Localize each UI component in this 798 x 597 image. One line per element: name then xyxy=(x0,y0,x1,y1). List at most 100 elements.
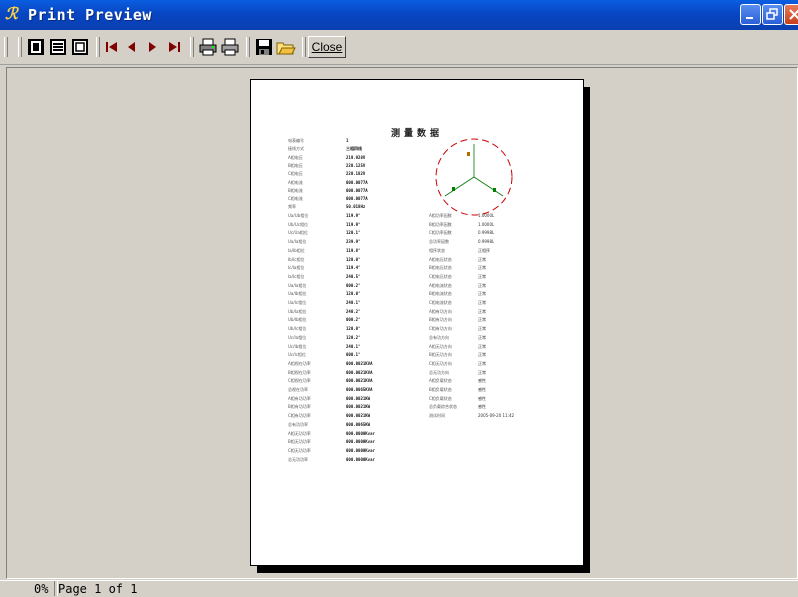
field-label: Uc/Ia相位 xyxy=(288,334,307,340)
phasor-ic-marker xyxy=(493,188,496,192)
field-label: Ub/Ib相位 xyxy=(288,317,307,323)
field-value: 正常 xyxy=(478,326,486,332)
field-label: Ia/Ic相位 xyxy=(288,273,305,279)
field-value: 正常 xyxy=(478,273,486,279)
field-label: 总功率因数 xyxy=(429,239,449,245)
toolbar-separator xyxy=(302,37,306,57)
print-button[interactable] xyxy=(220,37,240,57)
phasor-ia-marker xyxy=(467,152,470,156)
window-title: Print Preview xyxy=(28,6,152,24)
field-value: 正相序 xyxy=(478,247,490,253)
full-page-view-button[interactable] xyxy=(70,37,90,57)
previous-page-button[interactable] xyxy=(122,37,142,57)
minimize-button[interactable] xyxy=(740,4,761,25)
close-preview-button[interactable]: Close xyxy=(308,36,346,58)
last-page-button[interactable] xyxy=(164,37,184,57)
save-button[interactable] xyxy=(254,37,274,57)
field-value: 119.4° xyxy=(346,265,361,271)
field-value: 正常 xyxy=(478,265,486,271)
field-label: C相无功功率 xyxy=(288,447,311,453)
field-value: 220.125V xyxy=(346,162,366,168)
field-value: 感性 xyxy=(478,378,486,384)
field-value: 2005-09-20 11:42 xyxy=(478,413,515,419)
field-value: 正常 xyxy=(478,300,486,305)
field-label: 总负载综合状态 xyxy=(429,404,457,410)
field-label: 频率 xyxy=(288,204,296,210)
field-value: 119.8° xyxy=(346,247,361,253)
page-width-view-button[interactable] xyxy=(48,37,68,57)
field-label: B相负载状态 xyxy=(429,387,452,392)
field-label: Uc/Ib相位 xyxy=(288,343,307,349)
print-setup-button[interactable] xyxy=(198,37,218,57)
app-logo-icon: ℛ xyxy=(5,4,18,23)
field-value: 119.9° xyxy=(346,213,361,218)
field-label: Ib/Ic相位 xyxy=(288,256,305,262)
field-label: B相电流状态 xyxy=(429,291,452,297)
field-label: B相功率因数 xyxy=(429,221,452,227)
single-page-view-button[interactable] xyxy=(26,37,46,57)
next-page-button[interactable] xyxy=(142,37,162,57)
field-value: 000.0077A xyxy=(346,196,368,202)
field-label: A相负载状态 xyxy=(429,378,452,384)
field-label: 测试时间 xyxy=(429,413,445,419)
field-label: Ua/Ub相位 xyxy=(288,213,309,218)
field-label: Ua/Ia相位 xyxy=(288,282,307,288)
field-value: 000.0021KVA xyxy=(346,360,373,366)
first-page-icon xyxy=(106,42,117,52)
preview-workspace[interactable]: 测量数据 电表编号 1 接线方式 三相四线 A相电压 219.928V B相电压 220.12… xyxy=(6,67,798,579)
field-value: 000.0021KW xyxy=(346,404,371,410)
single-page-icon xyxy=(28,39,44,55)
toolbar-grip xyxy=(4,37,8,57)
field-label: Ub/Ia相位 xyxy=(288,308,307,314)
restore-button[interactable] xyxy=(762,4,783,25)
title-bar: ℛ Print Preview xyxy=(0,0,798,30)
field-value: 220.182V xyxy=(346,171,366,177)
field-label: A相电流 xyxy=(288,179,303,185)
field-label: 总无功功率 xyxy=(288,456,308,462)
field-label: Uc/Ua相位 xyxy=(288,230,308,236)
field-label: A相有功方向 xyxy=(429,308,452,314)
field-label: Ia/Ib相位 xyxy=(288,247,305,253)
field-label: A相无功方向 xyxy=(429,343,452,349)
window-close-button[interactable] xyxy=(784,4,798,25)
field-label: A相功率因数 xyxy=(429,213,452,218)
field-label: A相电压状态 xyxy=(429,256,452,262)
previous-page-icon xyxy=(128,42,135,52)
minimize-icon xyxy=(746,17,753,19)
restore-icon xyxy=(766,8,778,20)
field-value: 000.0000Kvar xyxy=(346,430,375,436)
field-value: 正常 xyxy=(478,352,486,358)
field-label: C相电流状态 xyxy=(429,300,452,305)
toolbar: Close xyxy=(0,30,798,65)
field-value: 正常 xyxy=(478,308,486,314)
field-value: 000.0021KW xyxy=(346,395,371,401)
field-label: C相无功方向 xyxy=(429,360,452,366)
field-value: 正常 xyxy=(478,282,486,288)
field-value: 120.2° xyxy=(346,334,361,340)
field-label: B相电压 xyxy=(288,162,303,168)
field-value: 1.0000L xyxy=(478,213,495,218)
phasor-diagram xyxy=(435,138,513,216)
field-value: 000.0077A xyxy=(346,179,368,185)
field-label: C相电压状态 xyxy=(429,273,452,279)
next-page-icon xyxy=(149,42,156,52)
field-label: A相视在功率 xyxy=(288,360,311,366)
open-button[interactable] xyxy=(276,37,296,57)
preview-page[interactable]: 测量数据 电表编号 1 接线方式 三相四线 A相电压 219.928V B相电压 220.12… xyxy=(250,79,584,566)
field-value: 1.0000L xyxy=(478,221,495,227)
field-label: B相电流 xyxy=(288,187,303,193)
field-value: 120.0° xyxy=(346,291,361,297)
toolbar-separator xyxy=(246,37,250,57)
field-label: Ic/Ia相位 xyxy=(288,265,305,271)
field-label: Uc/Ic相位 xyxy=(288,352,306,358)
field-label: C相有功功率 xyxy=(288,413,311,419)
toolbar-separator xyxy=(190,37,194,57)
field-value: 正常 xyxy=(478,360,486,366)
field-value: 000.0000Kvar xyxy=(346,439,375,445)
field-value: 正常 xyxy=(478,291,486,297)
field-value: 000.2° xyxy=(346,317,361,323)
page-indicator: Page 1 of 1 xyxy=(58,582,138,596)
field-value: 50.018Hz xyxy=(346,204,366,210)
field-value: 000.0000Kvar xyxy=(346,456,375,462)
first-page-button[interactable] xyxy=(102,37,122,57)
